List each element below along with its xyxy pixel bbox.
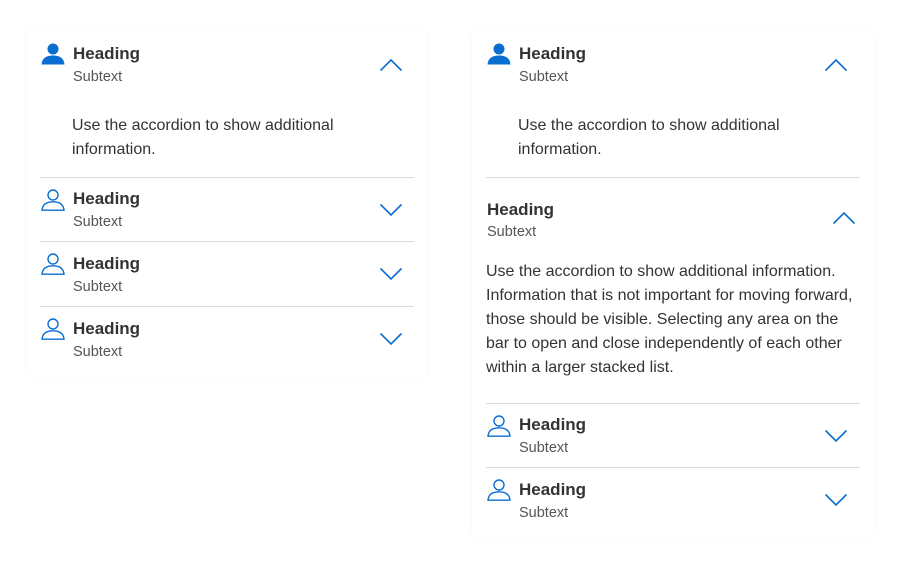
accordion-subtext: Subtext bbox=[519, 505, 569, 521]
accordion-heading: Heading bbox=[73, 254, 141, 273]
accordion-subtext: Subtext bbox=[519, 69, 569, 85]
accordion-heading: Heading bbox=[73, 189, 141, 208]
person-outline-icon bbox=[487, 415, 511, 437]
chevron-down-icon[interactable] bbox=[824, 493, 848, 507]
accordion-header-left-3[interactable] bbox=[40, 242, 414, 306]
accordion-subtext: Subtext bbox=[73, 214, 123, 230]
accordion-heading: Heading bbox=[519, 44, 587, 63]
accordion-heading: Heading bbox=[73, 319, 141, 338]
person-outline-icon bbox=[41, 253, 65, 275]
chevron-down-icon[interactable] bbox=[379, 203, 403, 217]
chevron-up-icon[interactable] bbox=[824, 58, 848, 72]
accordion-heading: Heading bbox=[73, 44, 141, 63]
chevron-down-icon[interactable] bbox=[379, 332, 403, 346]
chevron-up-icon[interactable] bbox=[832, 211, 856, 225]
person-outline-icon bbox=[41, 318, 65, 340]
accordion-heading: Heading bbox=[519, 480, 587, 499]
accordion-subtext: Subtext bbox=[73, 279, 123, 295]
accordion-header-left-2[interactable] bbox=[40, 178, 414, 241]
accordion-heading: Heading bbox=[487, 200, 555, 219]
accordion-content: Use the accordion to show additional inf… bbox=[518, 117, 780, 158]
chevron-down-icon[interactable] bbox=[379, 267, 403, 281]
chevron-up-icon[interactable] bbox=[379, 58, 403, 72]
person-filled-icon bbox=[41, 43, 65, 65]
person-filled-icon bbox=[487, 43, 511, 65]
accordion-header-right-3[interactable] bbox=[486, 404, 860, 467]
divider bbox=[486, 177, 860, 178]
accordion-subtext: Subtext bbox=[73, 69, 123, 85]
accordion-content: Use the accordion to show additional inf… bbox=[72, 117, 334, 158]
accordion-subtext: Subtext bbox=[73, 344, 123, 360]
accordion-heading: Heading bbox=[519, 415, 587, 434]
accordion-content: Use the accordion to show additional inf… bbox=[486, 263, 853, 376]
person-outline-icon bbox=[487, 479, 511, 501]
accordion-subtext: Subtext bbox=[519, 440, 569, 456]
accordion-subtext: Subtext bbox=[487, 224, 537, 240]
chevron-down-icon[interactable] bbox=[824, 429, 848, 443]
person-outline-icon bbox=[41, 189, 65, 211]
